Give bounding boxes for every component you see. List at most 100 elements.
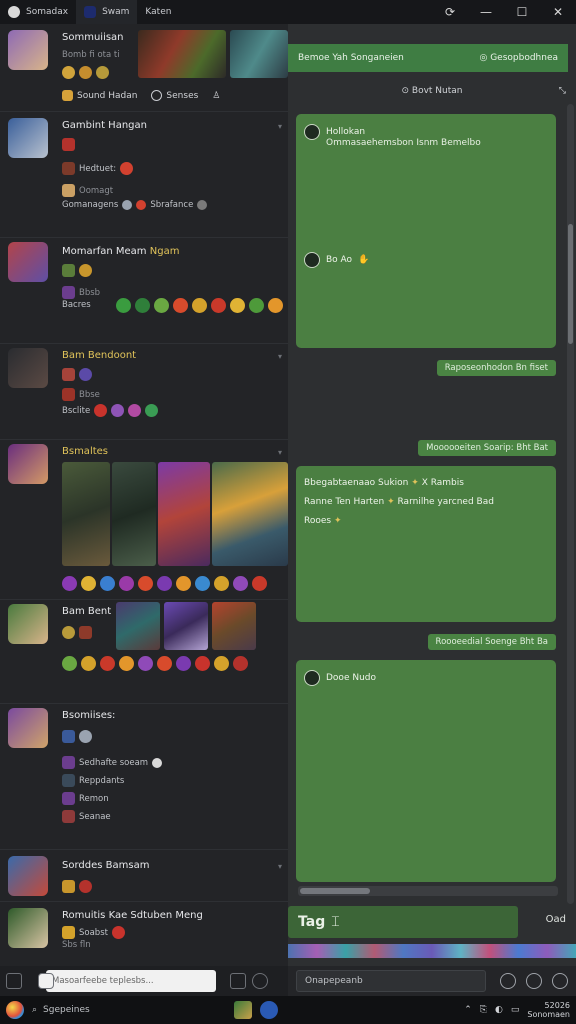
chat-header: Bemoe Yah Songaneien ◎ Gesopbodhnea — [288, 44, 568, 72]
list-item[interactable]: Sorddes Bamsam ▾ — [0, 850, 288, 902]
send-icon[interactable] — [552, 973, 568, 989]
badge-icon — [62, 626, 75, 639]
clock[interactable]: 52026 Sonomaen — [527, 1001, 570, 1019]
item-subtitle: Bbsb — [79, 287, 101, 298]
achievement-icon — [214, 656, 229, 671]
chat-input[interactable]: Tag ⌶ — [288, 906, 518, 938]
emoji-icon[interactable] — [38, 973, 54, 989]
badge-icon — [94, 404, 108, 417]
message-card[interactable]: Bbegabtaenaao Sukion ✦ X Rambis Ranne Te… — [296, 466, 556, 622]
emoji-icon: ✦ — [387, 497, 395, 507]
screenshot-thumbnail[interactable] — [230, 30, 288, 78]
chat-header-right[interactable]: ◎ Gesopbodhnea — [479, 53, 558, 63]
search-icon: ⌕ — [32, 1005, 38, 1015]
screenshot-thumbnail[interactable] — [158, 462, 210, 566]
list-item[interactable]: Momarfan Meam Ngam Bbsb Bacres — [0, 238, 288, 344]
game-icon — [62, 774, 75, 787]
gear-icon — [151, 90, 163, 101]
badge-icon — [79, 264, 92, 277]
tab-katen[interactable]: Katen — [137, 0, 179, 24]
quick-action-sound[interactable]: Sound Hadan — [62, 90, 137, 101]
post-input[interactable]: Masoarfeebe teplesbs... — [46, 970, 216, 992]
wave-icon: ✋ — [358, 255, 370, 265]
title-bar: Somadax Swam Katen ⟳ — ☐ ✕ — [0, 0, 576, 24]
message-card[interactable]: Dooe Nudo — [296, 660, 556, 882]
avatar — [8, 348, 48, 388]
chevron-down-icon[interactable]: ▾ — [278, 352, 282, 361]
message-line: Rooes — [304, 516, 332, 526]
badge-icon — [62, 66, 75, 79]
item-name: Bsomiises: — [62, 710, 116, 721]
list-item[interactable]: Bsmaltes ▾ — [0, 440, 288, 600]
item-subtitle: Oomagt — [79, 185, 114, 196]
taskbar-search[interactable]: ⌕ Sgepeines — [32, 1000, 182, 1020]
screenshot-thumbnail[interactable] — [62, 462, 110, 566]
avatar — [304, 252, 320, 268]
item-line: Remon — [79, 793, 109, 804]
share-icon[interactable] — [6, 973, 22, 989]
avatar — [304, 124, 320, 140]
chat-input-side[interactable]: Oad — [546, 914, 566, 925]
screenshot-thumbnail[interactable] — [138, 30, 226, 78]
item-subtitle: Gomanagens — [62, 200, 119, 210]
maximize-icon[interactable]: ☐ — [504, 0, 540, 24]
chevron-down-icon[interactable]: ▾ — [278, 448, 282, 457]
close-icon[interactable]: ✕ — [540, 0, 576, 24]
activity-feed: Sommuiisan Bomb fi ota ti Sound Hadan Se… — [0, 24, 288, 966]
scrollbar-thumb[interactable] — [568, 224, 573, 344]
start-icon[interactable] — [6, 1001, 24, 1019]
chevron-down-icon[interactable]: ▾ — [278, 122, 282, 131]
chevron-up-icon[interactable]: ⌃ — [464, 1005, 472, 1015]
game-icon — [62, 286, 75, 299]
achievement-icon — [195, 656, 210, 671]
camera-icon[interactable] — [230, 973, 246, 989]
message-card[interactable]: Hollokan Ommasaehemsbon Isnm Bemelbo Bo … — [296, 114, 556, 348]
item-subtitle: Sbs fln — [62, 940, 91, 950]
screenshot-thumbnail[interactable] — [212, 462, 288, 566]
screenshot-thumbnail[interactable] — [116, 602, 160, 650]
emoji-icon[interactable] — [500, 973, 516, 989]
list-item[interactable]: Bam Bendoont ▾ Bbse Bsclite — [0, 344, 288, 440]
quick-action-senses[interactable]: Senses — [151, 90, 198, 101]
attach-icon[interactable] — [526, 973, 542, 989]
tab-somadax[interactable]: Somadax — [0, 0, 76, 24]
user-icon[interactable]: ♙ — [212, 90, 220, 101]
screenshot-thumbnail[interactable] — [212, 602, 256, 650]
game-icon — [79, 626, 92, 639]
screenshot-thumbnail[interactable] — [112, 462, 156, 566]
battery-icon[interactable]: ▭ — [511, 1005, 520, 1015]
item-subtitle: Bomb fi ota ti — [62, 50, 120, 60]
sticker-strip[interactable] — [288, 944, 576, 958]
item-line: Reppdants — [79, 775, 125, 786]
tab-label: Somadax — [26, 7, 69, 17]
minimize-icon[interactable]: — — [468, 0, 504, 24]
list-item[interactable]: Sommuiisan Bomb fi ota ti Sound Hadan Se… — [0, 24, 288, 112]
achievement-icon — [173, 298, 188, 313]
list-item[interactable]: Romuitis Kae Sdtuben Meng Soabst Sbs fln — [0, 902, 288, 966]
expand-icon[interactable]: ⤡ — [559, 86, 566, 96]
chat-title: Bemoe Yah Songaneien — [298, 53, 404, 63]
list-item[interactable]: Bam Bent — [0, 600, 288, 704]
item-subtitle: Bacres — [62, 300, 91, 310]
achievement-icon — [268, 298, 283, 313]
refresh-icon[interactable]: ⟳ — [432, 0, 468, 24]
chevron-down-icon[interactable]: ▾ — [278, 862, 282, 871]
game-app-icon[interactable] — [234, 1001, 252, 1019]
steam-app-icon[interactable] — [260, 1001, 278, 1019]
list-item[interactable]: Gambint Hangan ▾ Hedtuet: Oomagt Gomanag… — [0, 112, 288, 238]
avatar — [8, 708, 48, 748]
vertical-scrollbar[interactable] — [567, 104, 574, 904]
tab-swam[interactable]: Swam — [76, 0, 138, 24]
avatar — [304, 670, 320, 686]
steam-icon — [84, 6, 97, 18]
send-icon[interactable] — [252, 973, 268, 989]
network-icon[interactable]: ⎘ — [480, 1005, 487, 1015]
game-icon — [62, 926, 75, 939]
horizontal-scrollbar[interactable] — [298, 886, 558, 896]
screenshot-thumbnail[interactable] — [164, 602, 208, 650]
chat-composer: Onapepeanb — [288, 966, 576, 996]
message-input[interactable]: Onapepeanb — [296, 970, 486, 992]
scrollbar-thumb[interactable] — [300, 888, 370, 894]
volume-icon[interactable]: ◐ — [495, 1005, 503, 1015]
list-item[interactable]: Bsomiises: Sedhafte soeam Reppdants Remo… — [0, 704, 288, 850]
